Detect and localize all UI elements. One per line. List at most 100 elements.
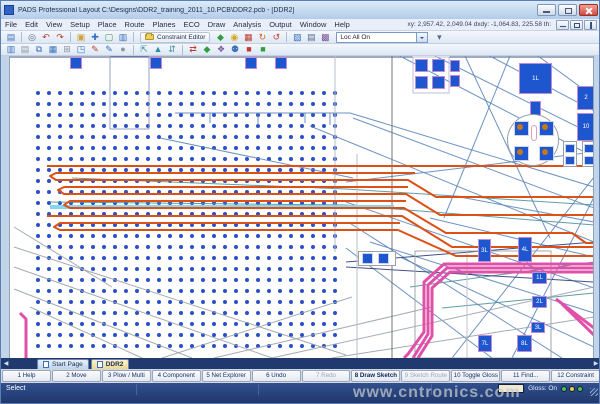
tab-start-page[interactable]: Start Page xyxy=(37,359,89,369)
tab-scroll-left-icon[interactable]: ◀ xyxy=(1,360,11,369)
hazards-icon[interactable]: ◉ xyxy=(228,32,240,43)
menu-item-setup[interactable]: Setup xyxy=(70,20,90,29)
menu-item-planes[interactable]: Planes xyxy=(153,20,176,29)
comp-2l[interactable]: 2L xyxy=(532,296,547,308)
pcb-canvas[interactable]: 1L2103L4L1L2L3L7L8L xyxy=(9,56,594,358)
drc-window-icon[interactable]: ▦ xyxy=(242,32,254,43)
fkey-8-draw-sketch[interactable]: 8 Draw Sketch xyxy=(351,370,400,382)
menu-item-help[interactable]: Help xyxy=(334,20,349,29)
fkey-12-constraint[interactable]: 12 Constraint xyxy=(551,370,600,382)
reroute-icon[interactable]: ↺ xyxy=(270,32,282,43)
doc-restore-button[interactable] xyxy=(570,20,583,30)
menu-item-route[interactable]: Route xyxy=(125,20,145,29)
comp-3l[interactable]: 3L xyxy=(478,239,491,262)
redo-icon[interactable]: ↷ xyxy=(54,32,66,43)
undo-icon[interactable]: ↶ xyxy=(40,32,52,43)
doc-close-button[interactable] xyxy=(584,20,597,30)
place-part-icon[interactable]: ▣ xyxy=(75,32,87,43)
board-view-icon[interactable]: ▥ xyxy=(117,32,129,43)
comp-quad-array-2[interactable] xyxy=(432,59,445,72)
comp-quad-array-3[interactable] xyxy=(415,76,428,89)
component-icon[interactable]: ⚉ xyxy=(229,44,241,55)
tab-scroll-right-icon[interactable]: ▶ xyxy=(591,360,600,369)
menu-item-window[interactable]: Window xyxy=(300,20,327,29)
comp-stack-b[interactable] xyxy=(450,75,460,87)
layer-display-icon[interactable]: ▧ xyxy=(291,32,303,43)
maximize-button[interactable] xyxy=(558,4,577,16)
comp-pair-a[interactable] xyxy=(563,141,577,167)
display-control-icon[interactable]: ▩ xyxy=(319,32,331,43)
fkey-11-find-[interactable]: 11 Find... xyxy=(501,370,550,382)
comp-stack-a[interactable] xyxy=(450,60,460,72)
drc-green-icon[interactable]: ■ xyxy=(257,44,269,55)
drc-red-icon[interactable]: ■ xyxy=(243,44,255,55)
fkey-4-component[interactable]: 4 Component xyxy=(152,370,201,382)
gloss-icon[interactable]: ↻ xyxy=(256,32,268,43)
comp-mount-circle-pad-3[interactable] xyxy=(514,146,529,161)
display-scheme-dropdown[interactable]: Loc All On xyxy=(336,32,428,43)
doc-minimize-button[interactable] xyxy=(556,20,569,30)
add-window-icon[interactable]: ⊞ xyxy=(61,44,73,55)
chevron-down-icon[interactable] xyxy=(416,33,427,42)
comp-pair-b[interactable] xyxy=(582,141,594,167)
comp-r2[interactable]: 2 xyxy=(577,86,594,110)
comp-top-2[interactable] xyxy=(150,57,162,69)
fkey-1-help[interactable]: 1 Help xyxy=(2,370,51,382)
find-icon[interactable]: ◎ xyxy=(26,32,38,43)
comp-two-square[interactable] xyxy=(358,251,396,266)
constraint-editor-button[interactable]: Constraint Editor xyxy=(140,32,210,43)
menu-item-analysis[interactable]: Analysis xyxy=(233,20,261,29)
draw-blue-pencil-icon[interactable]: ✎ xyxy=(103,44,115,55)
draw-red-pencil-icon[interactable]: ✎ xyxy=(89,44,101,55)
comp-3lb[interactable]: 3L xyxy=(531,322,545,333)
comp-r10[interactable]: 10 xyxy=(577,113,594,141)
netline-icon[interactable]: ▤ xyxy=(305,32,317,43)
menu-item-view[interactable]: View xyxy=(46,20,62,29)
comp-1l[interactable]: 1L xyxy=(532,272,547,284)
minimize-button[interactable] xyxy=(537,4,556,16)
comp-top-4[interactable] xyxy=(275,57,287,69)
comp-top-3[interactable] xyxy=(245,57,257,69)
fkey-3-plow-multi[interactable]: 3 Plow / Multi xyxy=(102,370,151,382)
menu-item-output[interactable]: Output xyxy=(269,20,292,29)
corner-view-icon[interactable]: ◳ xyxy=(75,44,87,55)
close-button[interactable] xyxy=(579,4,598,16)
resize-grip[interactable] xyxy=(590,388,598,396)
pcb-artwork[interactable] xyxy=(10,56,594,358)
add-via-icon[interactable]: ● xyxy=(117,44,129,55)
comp-7l[interactable]: 7L xyxy=(478,335,492,352)
menu-item-edit[interactable]: Edit xyxy=(25,20,38,29)
tune-icon[interactable]: ◆ xyxy=(201,44,213,55)
flip-icon[interactable]: ⇵ xyxy=(166,44,178,55)
comp-mount-circle[interactable] xyxy=(507,114,559,166)
comp-mount-circle-pad-4[interactable] xyxy=(539,146,554,161)
menu-item-eco[interactable]: ECO xyxy=(183,20,199,29)
fkey-10-toggle-gloss[interactable]: 10 Toggle Gloss xyxy=(451,370,500,382)
comp-mount-circle-pad-1[interactable] xyxy=(514,121,529,136)
fkey-5-net-explorer[interactable]: 5 Net Explorer xyxy=(202,370,251,382)
online-drc-icon[interactable]: ◆ xyxy=(214,32,226,43)
comp-8l[interactable]: 8L xyxy=(517,335,532,352)
comp-mount-circle-pad-2[interactable] xyxy=(539,121,554,136)
report-icon[interactable]: ▤ xyxy=(19,44,31,55)
swap-icon[interactable]: ⇄ xyxy=(187,44,199,55)
align-icon[interactable]: ⇱ xyxy=(138,44,150,55)
move-component-icon[interactable]: ✚ xyxy=(89,32,101,43)
copy-view-icon[interactable]: ⧉ xyxy=(33,44,45,55)
menu-item-draw[interactable]: Draw xyxy=(208,20,226,29)
grid-icon[interactable]: ▦ xyxy=(47,44,59,55)
menu-item-place[interactable]: Place xyxy=(98,20,117,29)
comp-quad-array-4[interactable] xyxy=(432,76,445,89)
fit-view-icon[interactable]: ▢ xyxy=(103,32,115,43)
fkey-6-undo[interactable]: 6 Undo xyxy=(252,370,301,382)
tab-ddr2[interactable]: DDR2 xyxy=(91,359,130,369)
highlight-icon[interactable]: ❖ xyxy=(215,44,227,55)
scheme-apply-icon[interactable]: ▾ xyxy=(433,32,445,43)
select-mode-icon[interactable]: ▥ xyxy=(5,44,17,55)
save-icon[interactable]: ▤ xyxy=(5,32,17,43)
comp-u1[interactable]: 1L xyxy=(519,63,552,94)
fkey-2-move[interactable]: 2 Move xyxy=(52,370,101,382)
comp-quad-array-1[interactable] xyxy=(415,59,428,72)
comp-top-1[interactable] xyxy=(70,57,82,69)
menu-item-file[interactable]: File xyxy=(5,20,17,29)
